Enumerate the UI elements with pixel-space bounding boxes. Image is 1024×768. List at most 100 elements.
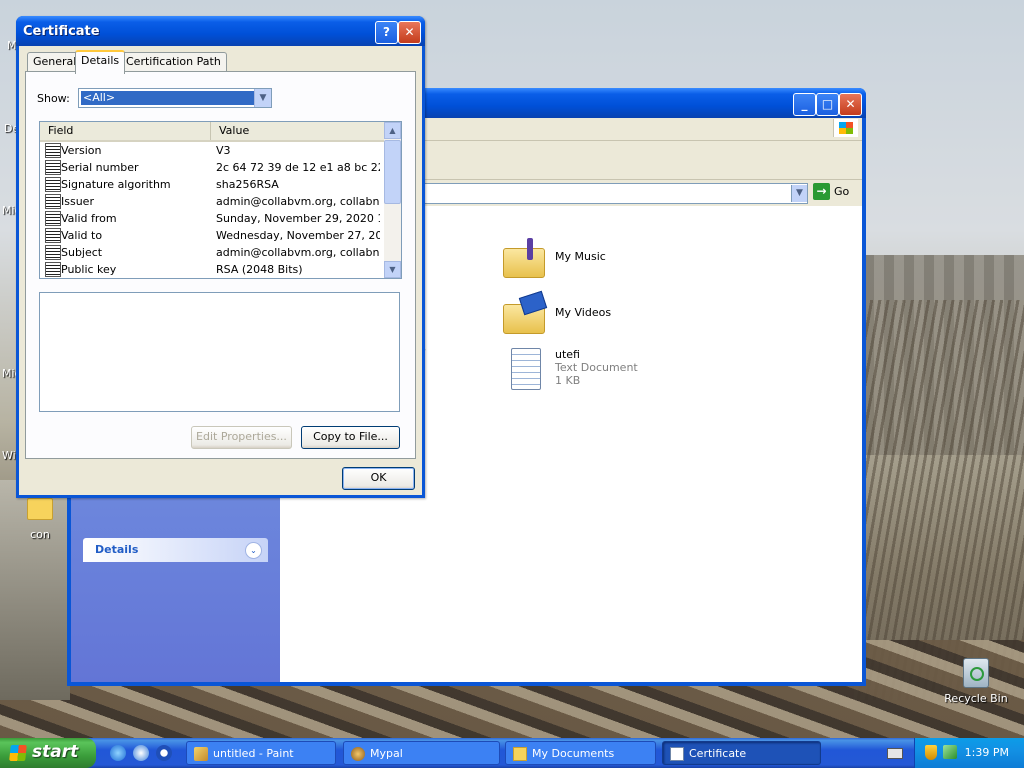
task-label: untitled - Paint [213,747,294,760]
clock[interactable]: 1:39 PM [965,746,1009,759]
start-label: start [32,742,79,762]
help-icon: ? [383,25,390,39]
list-item[interactable]: Valid to Wednesday, November 27, 20... [40,227,384,244]
tab-details[interactable]: Details [75,50,126,74]
list-item[interactable]: Public key RSA (2048 Bits) [40,261,384,278]
field-detail-textbox[interactable] [39,292,400,412]
field-value: RSA (2048 Bits) [216,263,303,276]
list-item[interactable]: Issuer admin@collabvm.org, collabne... [40,193,384,210]
copy-to-file-button[interactable]: Copy to File... [301,426,400,449]
edit-properties-button[interactable]: Edit Properties... [191,426,292,449]
show-selected-value: <All> [81,91,255,105]
field-name: Public key [61,263,117,276]
field-name: Signature algorithm [61,178,171,191]
close-button[interactable]: ✕ [398,21,421,44]
ok-button[interactable]: OK [342,467,415,490]
close-button[interactable]: ✕ [839,93,862,116]
network-icon[interactable] [943,745,957,759]
system-tray: 1:39 PM [914,738,1024,768]
fields-list[interactable]: Field Value Version V3 Serial number 2c … [39,121,402,279]
folder-icon [27,498,53,520]
windows-logo-icon [833,119,858,137]
maximize-button[interactable]: □ [816,93,839,116]
certificate-field-icon [45,160,61,175]
chevron-down-icon: ▼ [389,265,396,274]
list-item[interactable]: Version V3 [40,142,384,159]
taskbar-item-mypal[interactable]: Mypal [343,741,500,765]
text-document-icon [511,348,541,390]
go-arrow-icon: → [813,183,830,200]
taskbar: start untitled - Paint Mypal My Document… [0,738,1024,768]
certificate-field-icon [45,211,61,226]
dialog-title: Certificate [23,24,100,39]
start-button[interactable]: start [0,738,96,768]
taskbar-item-paint[interactable]: untitled - Paint [186,741,336,765]
minimize-button[interactable]: _ [793,93,816,116]
field-value: V3 [216,144,231,157]
details-title: Details [95,543,139,556]
certificate-field-icon [45,194,61,209]
list-item[interactable]: Subject admin@collabvm.org, collabne... [40,244,384,261]
list-item[interactable]: Signature algorithm sha256RSA [40,176,384,193]
field-name: Valid to [61,229,103,242]
scroll-down-button[interactable]: ▼ [384,261,401,278]
scroll-thumb[interactable] [384,140,401,204]
taskbar-item-certificate[interactable]: Certificate [662,741,821,765]
scroll-up-button[interactable]: ▲ [384,122,401,139]
desktop-icon-recycle-bin[interactable]: Recycle Bin [944,658,1008,705]
windows-logo-icon [9,745,27,761]
certificate-field-icon [45,228,61,243]
file-item-my-music[interactable]: My Music [503,238,683,286]
desktop-icon-label: con [30,528,50,541]
field-value: 2c 64 72 39 de 12 e1 a8 bc 22... [216,161,380,174]
list-scrollbar[interactable]: ▲ ▼ [384,122,401,278]
field-value: admin@collabvm.org, collabne... [216,246,380,259]
recycle-bin-icon [963,658,989,688]
tab-certification-path[interactable]: Certification Path [120,52,227,71]
list-item[interactable]: Valid from Sunday, November 29, 2020 1..… [40,210,384,227]
task-label: My Documents [532,747,615,760]
column-header-field[interactable]: Field [40,122,211,140]
certificate-dialog[interactable]: Certificate ? ✕ General Details Certific… [16,16,425,498]
address-dropdown-button[interactable]: ▼ [791,185,807,202]
field-name: Issuer [61,195,94,208]
list-item[interactable]: Serial number 2c 64 72 39 de 12 e1 a8 bc… [40,159,384,176]
go-button[interactable]: → Go [813,183,863,202]
column-header-value[interactable]: Value [211,122,383,140]
certificate-body: General Details Certification Path Show:… [19,46,422,495]
show-label: Show: [37,92,70,105]
field-name: Valid from [61,212,117,225]
field-value: sha256RSA [216,178,279,191]
maximize-icon: □ [821,97,834,111]
taskbar-item-my-documents[interactable]: My Documents [505,741,656,765]
chevron-up-icon: ▲ [389,126,396,135]
internet-explorer-icon[interactable] [110,745,126,761]
chevron-down-icon[interactable]: ▼ [254,89,271,107]
keyboard-icon[interactable] [887,748,903,759]
file-item-utefi[interactable]: utefi Text Document 1 KB [503,346,683,396]
quick-launch-icon[interactable] [133,745,149,761]
show-select[interactable]: <All> ▼ [78,88,272,108]
file-item-my-videos[interactable]: My Videos [503,290,683,342]
details-panel-header[interactable]: Details ⌄ [83,538,268,562]
task-label: Certificate [689,747,747,760]
security-shield-icon[interactable] [925,745,937,760]
certificate-field-icon [45,177,61,192]
desktop-icon-con[interactable]: con [20,498,60,541]
help-button[interactable]: ? [375,21,398,44]
close-icon: ✕ [404,25,415,39]
file-size: 1 KB [555,374,581,387]
certificate-field-icon [45,143,61,158]
field-value: admin@collabvm.org, collabne... [216,195,380,208]
recycle-bin-label: Recycle Bin [944,692,1008,705]
paint-icon [194,747,208,761]
chevron-down-icon[interactable]: ⌄ [245,542,262,559]
file-type: Text Document [555,361,638,374]
media-player-icon[interactable] [156,745,172,761]
certificate-titlebar[interactable]: Certificate ? ✕ [16,16,425,46]
file-name: My Music [555,250,606,263]
mypal-icon [351,747,365,761]
minimize-icon: _ [801,97,808,111]
music-folder-icon [503,238,545,278]
field-name: Subject [61,246,103,259]
